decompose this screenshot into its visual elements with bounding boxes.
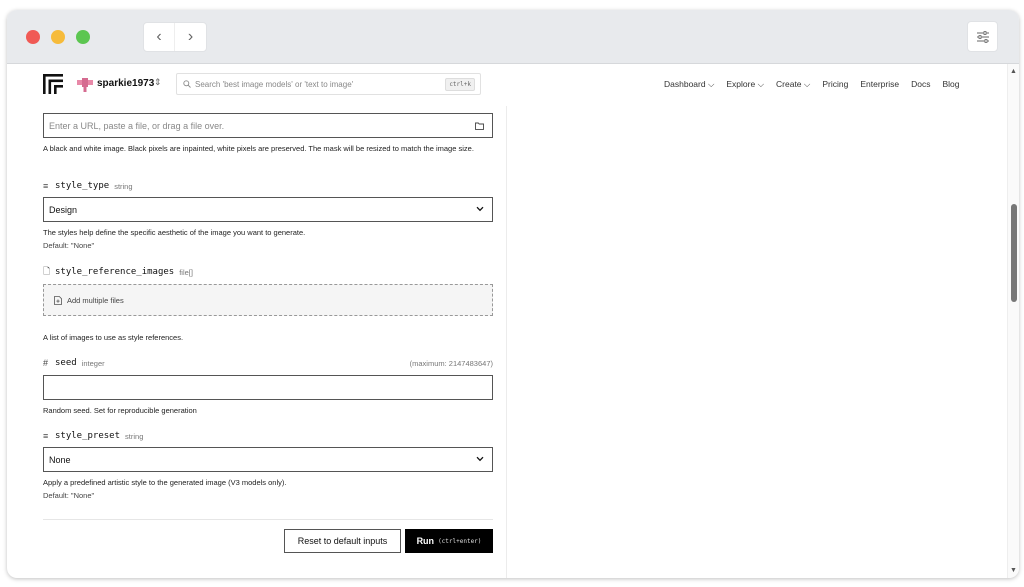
style-type-default: Default: "None": [43, 241, 95, 250]
back-button[interactable]: ‹: [144, 23, 176, 51]
style-preset-default: Default: "None": [43, 491, 95, 500]
page-scrollbar[interactable]: ▲ ▼: [1007, 64, 1019, 578]
browser-window: ‹ › sparkie1973 ⇕ Search 'best image mod…: [7, 10, 1019, 578]
reset-button[interactable]: Reset to default inputs: [284, 529, 401, 553]
style-type-name: style_type: [55, 181, 110, 191]
style-type-select[interactable]: Design: [43, 197, 493, 222]
search-input[interactable]: Search 'best image models' or 'text to i…: [176, 73, 481, 95]
style-type-type: string: [114, 181, 133, 191]
nav-enterprise[interactable]: Enterprise: [860, 79, 899, 90]
maximize-window-button[interactable]: [76, 30, 90, 44]
nav-dashboard[interactable]: Dashboard ⌵: [664, 79, 714, 90]
mask-placeholder: Enter a URL, paste a file, or drag a fil…: [49, 120, 225, 131]
top-navigation: Dashboard ⌵ Explore ⌵ Create ⌵ Pricing E…: [664, 79, 971, 90]
account-name[interactable]: sparkie1973: [97, 78, 154, 89]
search-icon: [183, 80, 191, 88]
style-reference-images-type: file[]: [179, 267, 193, 277]
file-icon: 🗋: [43, 266, 51, 276]
nav-pricing[interactable]: Pricing: [822, 79, 848, 90]
list-icon: ≡: [43, 431, 49, 441]
style-preset-value: None: [49, 454, 71, 465]
mask-file-input[interactable]: Enter a URL, paste a file, or drag a fil…: [43, 113, 493, 138]
site-header: sparkie1973 ⇕ Search 'best image models'…: [7, 64, 1007, 106]
add-file-icon: [54, 295, 62, 305]
run-button[interactable]: Run (ctrl+enter): [405, 529, 493, 553]
nav-blog[interactable]: Blog: [942, 79, 959, 90]
style-preset-label: ≡ style_preset string: [43, 430, 493, 442]
chevron-down-icon: [476, 456, 484, 462]
seed-label: # seed integer (maximum: 2147483647): [43, 357, 493, 369]
seed-help: Random seed. Set for reproducible genera…: [43, 406, 197, 415]
browser-nav-buttons: ‹ ›: [143, 22, 207, 52]
seed-name: seed: [55, 358, 77, 368]
close-window-button[interactable]: [26, 30, 40, 44]
style-preset-help: Apply a predefined artistic style to the…: [43, 478, 287, 487]
forward-button[interactable]: ›: [175, 23, 206, 51]
style-type-value: Design: [49, 204, 78, 215]
browser-chrome: ‹ ›: [7, 10, 1019, 64]
pane-divider: [506, 106, 507, 578]
style-preset-name: style_preset: [55, 431, 121, 441]
style-reference-dropzone[interactable]: Add multiple files: [43, 284, 493, 316]
search-shortcut: ctrl+k: [445, 78, 475, 91]
nav-create[interactable]: Create ⌵: [776, 79, 810, 90]
style-preset-select[interactable]: None: [43, 447, 493, 472]
avatar[interactable]: [77, 78, 93, 92]
style-preset-type: string: [125, 431, 144, 441]
browser-settings-button[interactable]: [967, 21, 998, 52]
style-type-help: The styles help define the specific aest…: [43, 228, 306, 237]
style-reference-images-help: A list of images to use as style referen…: [43, 333, 184, 342]
nav-explore[interactable]: Explore ⌵: [726, 79, 764, 90]
search-placeholder: Search 'best image models' or 'text to i…: [195, 79, 354, 89]
add-multiple-files-label: Add multiple files: [67, 295, 124, 305]
scroll-down-icon[interactable]: ▼: [1010, 567, 1017, 574]
style-type-label: ≡ style_type string: [43, 180, 493, 192]
run-shortcut: (ctrl+enter): [438, 537, 482, 545]
form-divider: [43, 519, 493, 520]
scroll-thumb[interactable]: [1011, 204, 1017, 302]
brand-logo-icon[interactable]: [43, 74, 63, 94]
seed-maximum: (maximum: 2147483647): [409, 358, 493, 368]
nav-docs[interactable]: Docs: [911, 79, 930, 90]
sliders-icon: [976, 30, 989, 43]
account-switch-icon[interactable]: ⇕: [154, 77, 162, 88]
minimize-window-button[interactable]: [51, 30, 65, 44]
chevron-down-icon: [476, 206, 484, 212]
style-reference-images-label: 🗋 style_reference_images file[]: [43, 266, 493, 278]
run-label: Run: [416, 536, 435, 546]
scroll-up-icon[interactable]: ▲: [1010, 68, 1017, 75]
folder-icon[interactable]: [475, 122, 484, 130]
style-reference-images-name: style_reference_images: [55, 267, 175, 277]
seed-input[interactable]: [43, 375, 493, 400]
seed-type: integer: [81, 358, 105, 368]
hash-icon: #: [43, 358, 49, 368]
list-icon: ≡: [43, 181, 49, 191]
mask-help: A black and white image. Black pixels ar…: [43, 144, 474, 153]
